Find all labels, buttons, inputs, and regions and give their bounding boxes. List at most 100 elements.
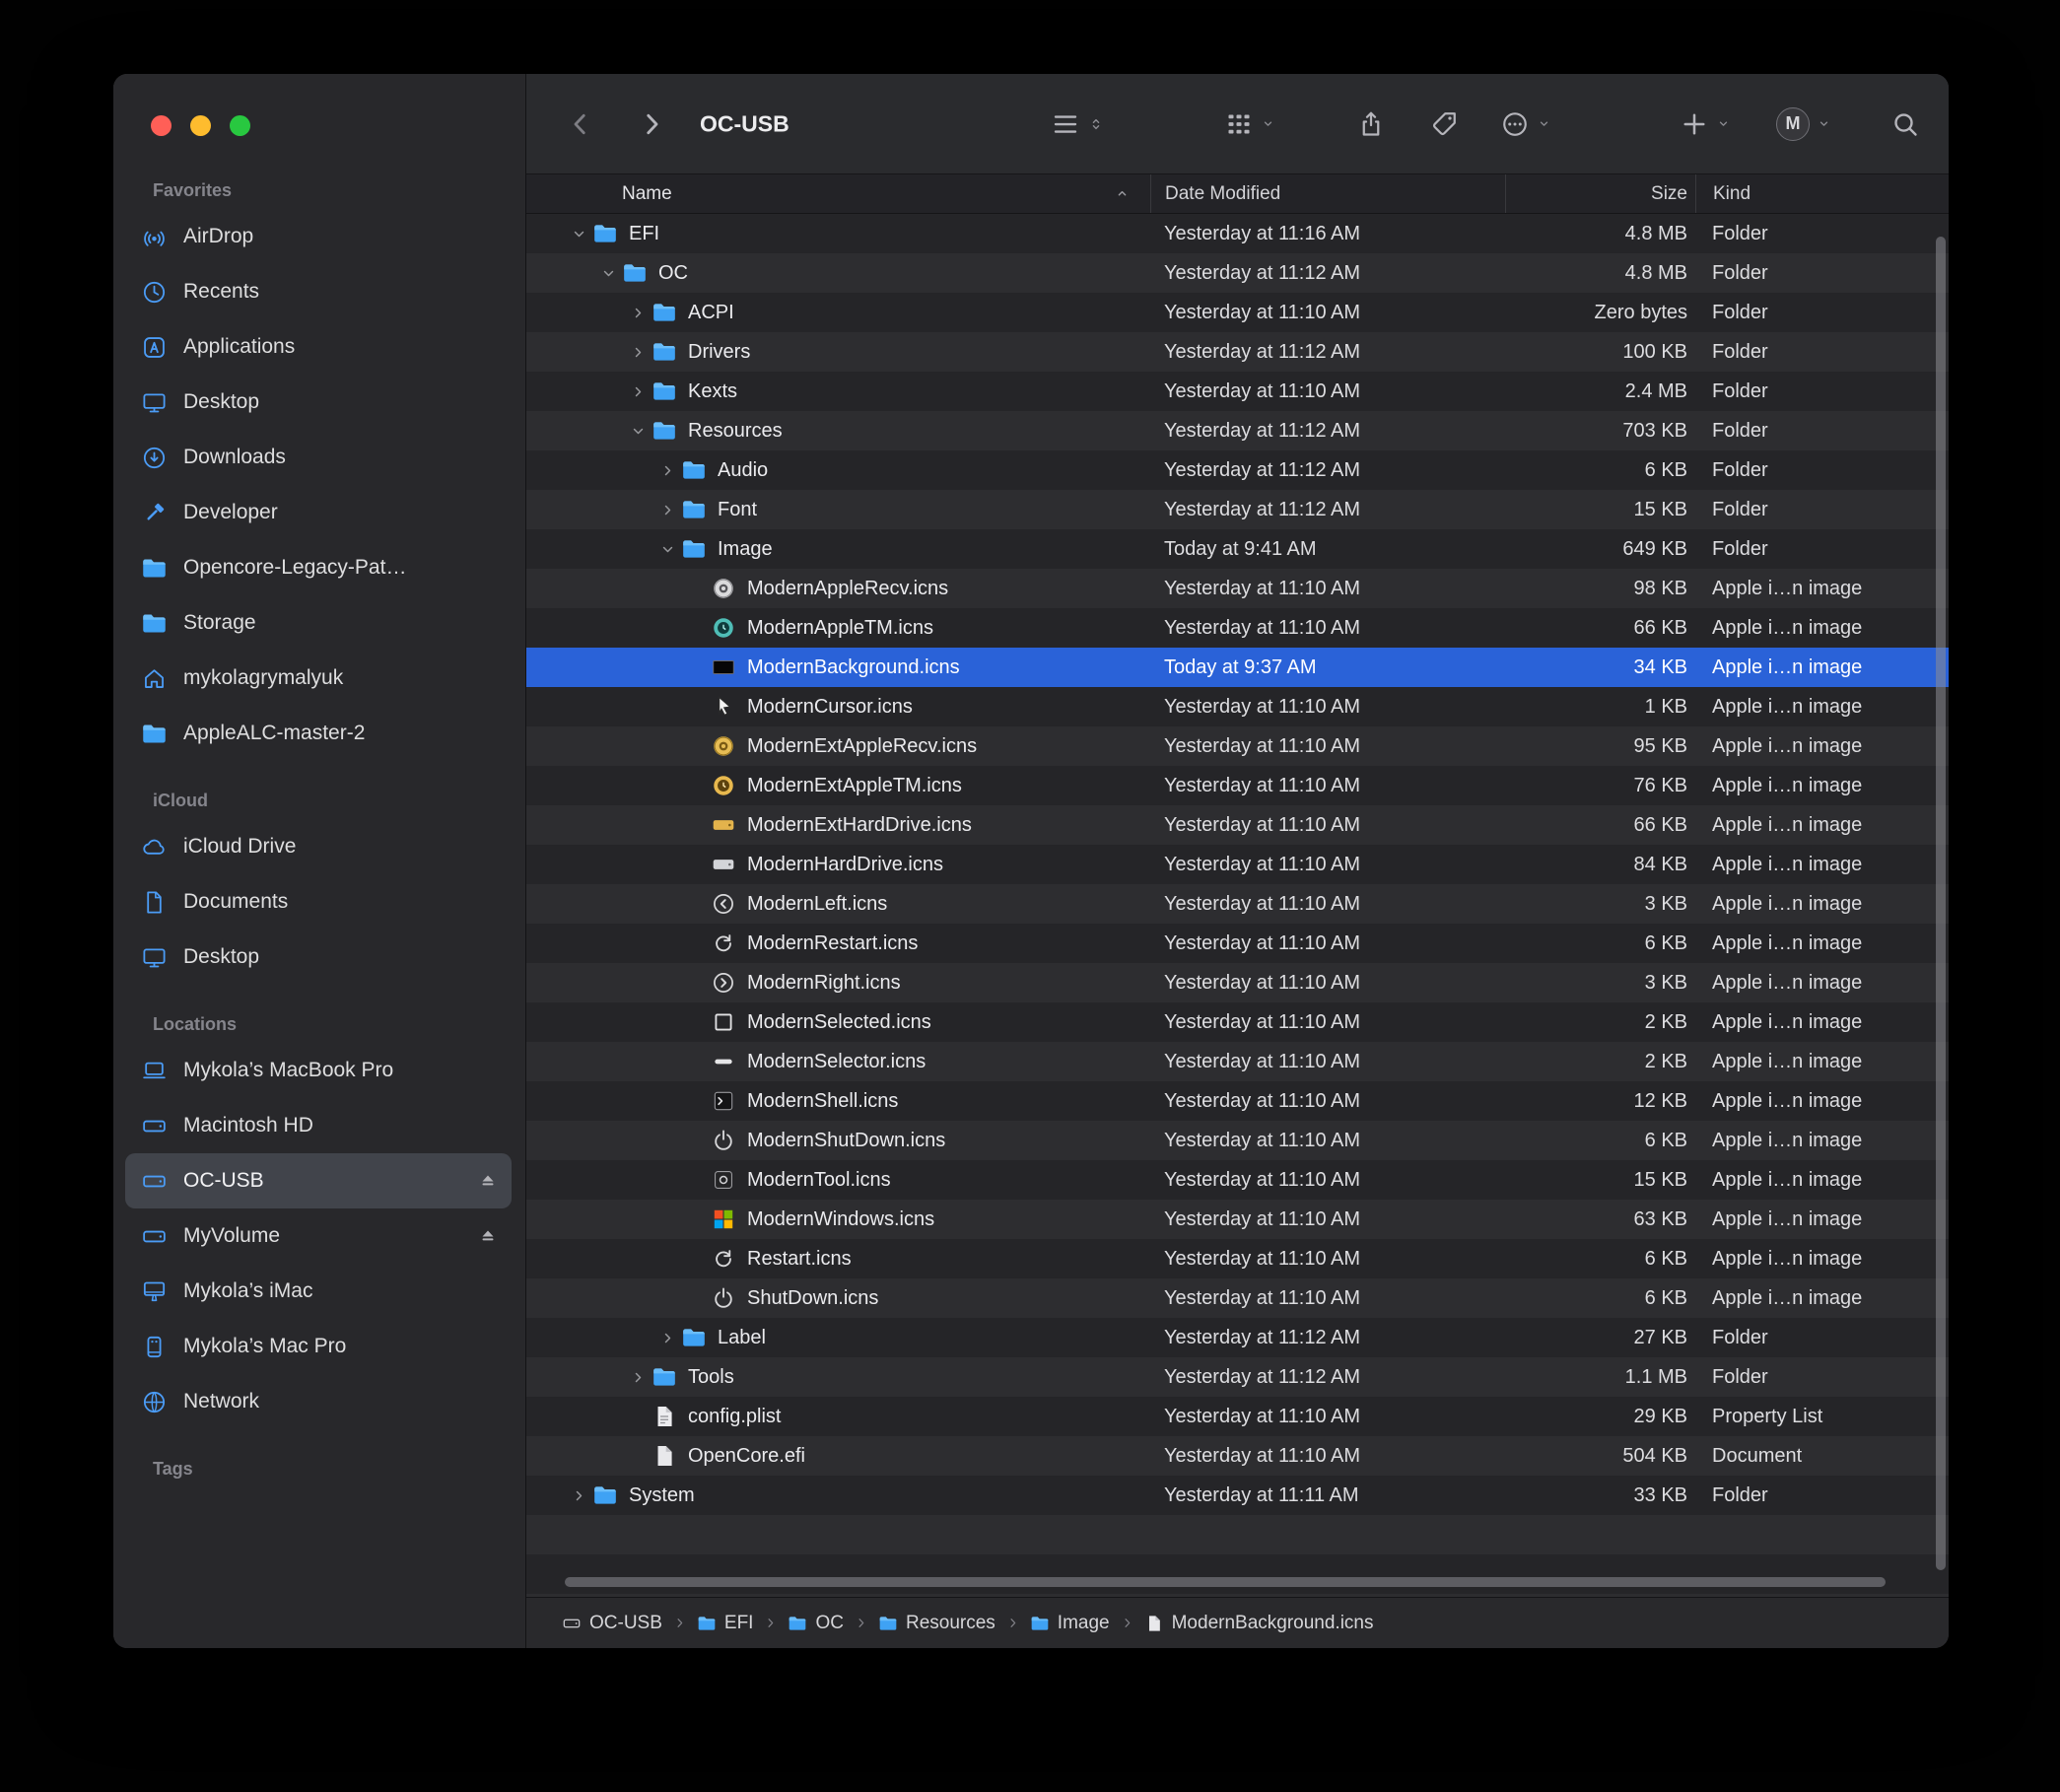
file-row-config-plist[interactable]: config.plistYesterday at 11:10 AM29 KBPr…: [526, 1397, 1949, 1436]
file-row-tools[interactable]: ToolsYesterday at 11:12 AM1.1 MBFolder: [526, 1357, 1949, 1397]
file-row-modernextharddrive-icns[interactable]: ModernExtHardDrive.icnsYesterday at 11:1…: [526, 805, 1949, 845]
grid-icon: [1224, 109, 1254, 139]
name-cell: Drivers: [526, 332, 1150, 372]
sidebar-item-desktop[interactable]: Desktop: [125, 375, 512, 430]
sidebar-item-developer[interactable]: Developer: [125, 485, 512, 540]
tag-button[interactable]: [1429, 109, 1459, 139]
file-row-modernappletm-icns[interactable]: ModernAppleTM.icnsYesterday at 11:10 AM6…: [526, 608, 1949, 648]
sidebar-item-recents[interactable]: Recents: [125, 264, 512, 319]
file-row-modernleft-icns[interactable]: ModernLeft.icnsYesterday at 11:10 AM3 KB…: [526, 884, 1949, 924]
size-cell: 66 KB: [1505, 608, 1695, 648]
file-row-efi[interactable]: EFIYesterday at 11:16 AM4.8 MBFolder: [526, 214, 1949, 253]
file-row-modernextapplerecv-icns[interactable]: ModernExtAppleRecv.icnsYesterday at 11:1…: [526, 726, 1949, 766]
sidebar-item-icloud-drive[interactable]: iCloud Drive: [125, 819, 512, 874]
file-row-drivers[interactable]: DriversYesterday at 11:12 AM100 KBFolder: [526, 332, 1949, 372]
file-row-modernwindows-icns[interactable]: ModernWindows.icnsYesterday at 11:10 AM6…: [526, 1200, 1949, 1239]
sidebar-item-downloads[interactable]: Downloads: [125, 430, 512, 485]
sidebar-item-opencore-legacy-pat[interactable]: Opencore-Legacy-Pat…: [125, 540, 512, 595]
eject-button[interactable]: [478, 1226, 498, 1246]
sidebar-item-macintosh-hd[interactable]: Macintosh HD: [125, 1098, 512, 1153]
sidebar-item-applealc-master-2[interactable]: AppleALC-master-2: [125, 706, 512, 761]
file-row-modernapplerecv-icns[interactable]: ModernAppleRecv.icnsYesterday at 11:10 A…: [526, 569, 1949, 608]
back-button[interactable]: [566, 109, 595, 139]
add-button[interactable]: [1680, 109, 1731, 139]
sidebar-item-label: Mykola’s Mac Pro: [183, 1335, 512, 1358]
column-header-date-modified[interactable]: Date Modified: [1150, 174, 1505, 213]
column-header-size[interactable]: Size: [1505, 174, 1695, 213]
zoom-button[interactable]: [230, 115, 250, 136]
sidebar-item-applications[interactable]: Applications: [125, 319, 512, 375]
file-row-opencore-efi[interactable]: OpenCore.efiYesterday at 11:10 AM504 KBD…: [526, 1436, 1949, 1476]
file-row-label[interactable]: LabelYesterday at 11:12 AM27 KBFolder: [526, 1318, 1949, 1357]
file-row-audio[interactable]: AudioYesterday at 11:12 AM6 KBFolder: [526, 450, 1949, 490]
file-row-system[interactable]: SystemYesterday at 11:11 AM33 KBFolder: [526, 1476, 1949, 1515]
share-button[interactable]: [1356, 109, 1386, 139]
file-row-modernrestart-icns[interactable]: ModernRestart.icnsYesterday at 11:10 AM6…: [526, 924, 1949, 963]
file-row-moderntool-icns[interactable]: ModernTool.icnsYesterday at 11:10 AM15 K…: [526, 1160, 1949, 1200]
file-row-font[interactable]: FontYesterday at 11:12 AM15 KBFolder: [526, 490, 1949, 529]
forward-button[interactable]: [637, 109, 666, 139]
file-row-modernharddrive-icns[interactable]: ModernHardDrive.icnsYesterday at 11:10 A…: [526, 845, 1949, 884]
disclosure-toggle[interactable]: [565, 1487, 592, 1504]
sidebar-item-mykola-s-imac[interactable]: Mykola’s iMac: [125, 1264, 512, 1319]
file-row-modernbackground-icns[interactable]: ModernBackground.icnsToday at 9:37 AM34 …: [526, 648, 1949, 687]
vertical-scrollbar[interactable]: [1936, 237, 1946, 1570]
eject-button[interactable]: [478, 1171, 498, 1191]
disclosure-toggle[interactable]: [624, 305, 652, 321]
file-row-image[interactable]: ImageToday at 9:41 AM649 KBFolder: [526, 529, 1949, 569]
more-button[interactable]: [1500, 109, 1551, 139]
close-button[interactable]: [151, 115, 172, 136]
account-button[interactable]: M: [1776, 107, 1831, 141]
disclosure-toggle[interactable]: [624, 423, 652, 440]
path-item-efi[interactable]: EFI: [697, 1613, 754, 1634]
name-cell: Tools: [526, 1357, 1150, 1397]
minimize-button[interactable]: [190, 115, 211, 136]
date-modified-cell: Yesterday at 11:10 AM: [1150, 1081, 1505, 1121]
path-item-modernbackground-icns[interactable]: ModernBackground.icns: [1144, 1613, 1374, 1634]
sidebar-item-storage[interactable]: Storage: [125, 595, 512, 651]
file-row-moderncursor-icns[interactable]: ModernCursor.icnsYesterday at 11:10 AM1 …: [526, 687, 1949, 726]
path-item-oc-usb[interactable]: OC-USB: [562, 1613, 662, 1634]
file-row-modernshell-icns[interactable]: ModernShell.icnsYesterday at 11:10 AM12 …: [526, 1081, 1949, 1121]
horizontal-scrollbar[interactable]: [565, 1577, 1886, 1587]
file-row-oc[interactable]: OCYesterday at 11:12 AM4.8 MBFolder: [526, 253, 1949, 293]
disclosure-toggle[interactable]: [624, 383, 652, 400]
path-item-image[interactable]: Image: [1030, 1613, 1110, 1634]
file-row-modernselector-icns[interactable]: ModernSelector.icnsYesterday at 11:10 AM…: [526, 1042, 1949, 1081]
path-item-oc[interactable]: OC: [788, 1613, 844, 1634]
sidebar-item-mykola-s-macbook-pro[interactable]: Mykola’s MacBook Pro: [125, 1043, 512, 1098]
disclosure-toggle[interactable]: [624, 344, 652, 361]
path-item-resources[interactable]: Resources: [878, 1613, 996, 1634]
file-row-resources[interactable]: ResourcesYesterday at 11:12 AM703 KBFold…: [526, 411, 1949, 450]
file-row-modernright-icns[interactable]: ModernRight.icnsYesterday at 11:10 AM3 K…: [526, 963, 1949, 1002]
disclosure-toggle[interactable]: [565, 226, 592, 242]
disclosure-toggle[interactable]: [653, 502, 681, 518]
sidebar-item-mykola-s-mac-pro[interactable]: Mykola’s Mac Pro: [125, 1319, 512, 1374]
file-row-acpi[interactable]: ACPIYesterday at 11:10 AMZero bytesFolde…: [526, 293, 1949, 332]
file-row-restart-icns[interactable]: Restart.icnsYesterday at 11:10 AM6 KBApp…: [526, 1239, 1949, 1278]
disclosure-toggle[interactable]: [594, 265, 622, 282]
sidebar-item-airdrop[interactable]: AirDrop: [125, 209, 512, 264]
sidebar-item-desktop[interactable]: Desktop: [125, 930, 512, 985]
column-header-name[interactable]: Name: [526, 174, 1150, 213]
disclosure-toggle[interactable]: [653, 462, 681, 479]
sidebar-item-oc-usb[interactable]: OC-USB: [125, 1153, 512, 1208]
disclosure-toggle[interactable]: [653, 541, 681, 558]
sidebar-item-documents[interactable]: Documents: [125, 874, 512, 930]
column-header-kind[interactable]: Kind: [1695, 174, 1949, 213]
file-row-modernselected-icns[interactable]: ModernSelected.icnsYesterday at 11:10 AM…: [526, 1002, 1949, 1042]
disclosure-toggle[interactable]: [653, 1330, 681, 1346]
disclosure-toggle[interactable]: [624, 1369, 652, 1386]
file-row-modernextappletm-icns[interactable]: ModernExtAppleTM.icnsYesterday at 11:10 …: [526, 766, 1949, 805]
file-row-kexts[interactable]: KextsYesterday at 11:10 AM2.4 MBFolder: [526, 372, 1949, 411]
sidebar-item-mykolagrymalyuk[interactable]: mykolagrymalyuk: [125, 651, 512, 706]
group-button[interactable]: [1224, 109, 1275, 139]
path-item-label: Resources: [906, 1613, 996, 1634]
file-row-modernshutdown-icns[interactable]: ModernShutDown.icnsYesterday at 11:10 AM…: [526, 1121, 1949, 1160]
search-button[interactable]: [1890, 109, 1920, 139]
sidebar-item-network[interactable]: Network: [125, 1374, 512, 1429]
name-cell: ModernTool.icns: [526, 1160, 1150, 1200]
file-row-shutdown-icns[interactable]: ShutDown.icnsYesterday at 11:10 AM6 KBAp…: [526, 1278, 1949, 1318]
sidebar-item-myvolume[interactable]: MyVolume: [125, 1208, 512, 1264]
view-button[interactable]: [1051, 109, 1105, 139]
